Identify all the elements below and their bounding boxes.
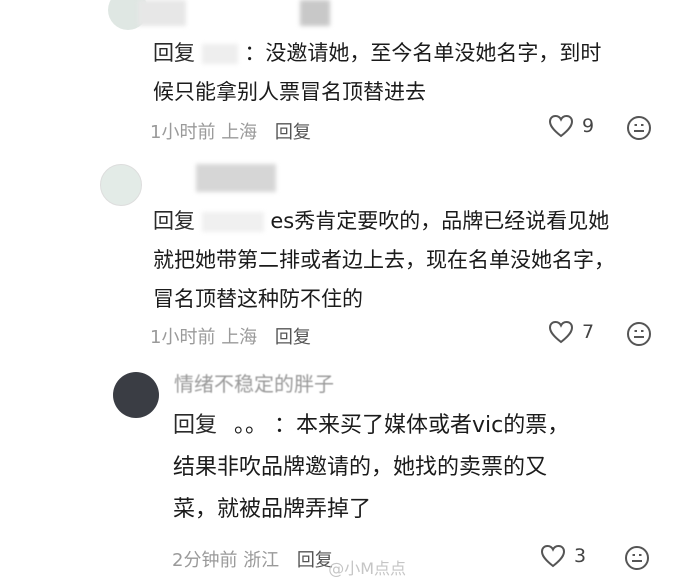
comment-body: 回复 es秀肯定要吹的，品牌已经说看见她 就把她带第二排或者边上去，现在名单没她…	[153, 202, 673, 319]
comment-3: 情绪不稳定的胖子 回复 。。 ：本来买了媒体或者vic的票， 结果非吹品牌邀请的…	[0, 360, 690, 585]
reply-prefix: 回复	[153, 41, 195, 65]
heart-outline-icon	[548, 114, 574, 138]
comment-text-line2: 就把她带第二排或者边上去，现在名单没她名字，	[153, 248, 615, 272]
blurred-username-2	[300, 0, 330, 26]
comment-2: 回复 es秀肯定要吹的，品牌已经说看见她 就把她带第二排或者边上去，现在名单没她…	[0, 150, 690, 360]
smiley-icon[interactable]	[626, 115, 652, 141]
comment-text-line1: es秀肯定要吹的，品牌已经说看见她	[270, 209, 610, 233]
like-count: 9	[582, 115, 595, 137]
username: 情绪不稳定的胖子	[174, 372, 334, 396]
comment-text-line3: 菜，就被品牌弄掉了	[173, 497, 372, 522]
timestamp: 1小时前	[150, 327, 216, 348]
reply-mention[interactable]: 。。	[234, 413, 267, 438]
avatar[interactable]	[113, 372, 159, 418]
comment-meta: 1小时前 上海 回复	[150, 118, 311, 144]
comment-text-line2: 结果非吹品牌邀请的，她找的卖票的又	[173, 455, 548, 480]
comment-body: 回复 。。 ：本来买了媒体或者vic的票， 结果非吹品牌邀请的，她找的卖票的又 …	[173, 405, 673, 531]
comment-text-line3: 冒名顶替这种防不住的	[153, 287, 363, 311]
heart-outline-icon	[540, 544, 566, 568]
comment-1: 回复 ：没邀请她，至今名单没她名字，到时 候只能拿别人票冒名顶替进去 1小时前 …	[0, 0, 690, 150]
blurred-mention	[201, 44, 238, 64]
reply-button[interactable]: 回复	[275, 327, 311, 348]
timestamp: 2分钟前	[172, 550, 238, 571]
location: 上海	[221, 122, 258, 143]
blurred-username	[138, 0, 186, 26]
reply-button[interactable]: 回复	[275, 122, 311, 143]
comment-text-line2: 候只能拿别人票冒名顶替进去	[153, 80, 426, 104]
comment-body: 回复 ：没邀请她，至今名单没她名字，到时 候只能拿别人票冒名顶替进去	[153, 34, 663, 112]
comment-meta: 1小时前 上海 回复	[150, 323, 311, 349]
timestamp: 1小时前	[150, 122, 216, 143]
comment-meta: 2分钟前 浙江 回复	[172, 546, 333, 572]
like-button[interactable]: 3	[540, 544, 586, 568]
watermark: @小M点点	[328, 559, 406, 578]
like-count: 7	[582, 321, 595, 343]
like-button[interactable]: 9	[548, 114, 594, 138]
blurred-username	[196, 164, 276, 192]
blurred-mention	[201, 212, 264, 232]
comment-text-line1: ：本来买了媒体或者vic的票，	[274, 413, 570, 438]
reply-prefix: 回复	[153, 209, 195, 233]
heart-outline-icon	[548, 320, 574, 344]
like-button[interactable]: 7	[548, 320, 594, 344]
smiley-icon[interactable]	[624, 545, 650, 571]
like-count: 3	[574, 545, 587, 567]
avatar[interactable]	[100, 164, 142, 206]
smiley-icon[interactable]	[626, 321, 652, 347]
comment-text-line1: ：没邀请她，至今名单没她名字，到时	[244, 41, 602, 65]
location: 上海	[221, 327, 258, 348]
location: 浙江	[243, 550, 280, 571]
reply-prefix: 回复	[173, 413, 218, 438]
